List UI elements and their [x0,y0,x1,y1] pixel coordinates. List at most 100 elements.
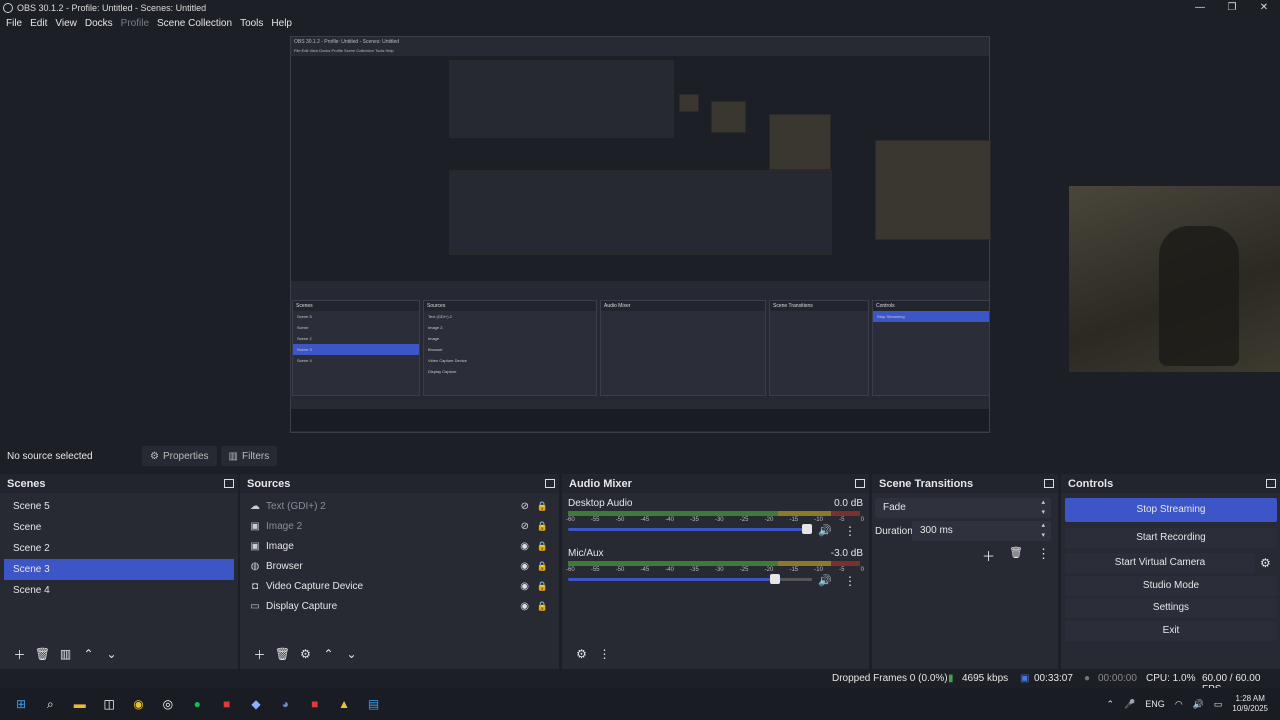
scene-item[interactable]: Scene 5 [4,496,234,517]
transition-select[interactable]: Fade ▴ ▾ [875,498,1051,518]
more-options-icon[interactable]: ⋮ [1037,546,1050,562]
app-icon[interactable]: ◆ [245,693,267,715]
scene-item-selected[interactable]: Scene 3 [4,559,234,580]
add-transition-button[interactable]: ＋ [982,546,995,565]
trash-icon[interactable]: 🗑 [1009,546,1023,559]
scene-filters-button[interactable]: ▥ [54,647,77,661]
trash-icon[interactable]: 🗑 [271,647,294,661]
studio-mode-button[interactable]: Studio Mode [1065,576,1277,596]
spotify-icon[interactable]: ● [186,693,208,715]
menu-view[interactable]: View [51,18,81,29]
microphone-icon[interactable]: 🎤 [1124,699,1135,710]
chevron-up-icon[interactable]: ⌃ [1107,699,1115,710]
menu-profile[interactable]: Profile [117,18,153,29]
trash-icon[interactable]: 🗑 [31,647,54,661]
scene-item[interactable]: Scene 4 [4,580,234,601]
more-options-icon[interactable]: ⋮ [844,574,856,588]
settings-button[interactable]: Settings [1065,598,1277,618]
move-down-button[interactable]: ⌄ [100,647,123,661]
undock-icon[interactable] [1044,479,1054,488]
language-indicator[interactable]: ENG [1145,699,1165,709]
menu-tools[interactable]: Tools [236,18,267,29]
move-up-button[interactable]: ⌃ [77,647,100,661]
wifi-icon[interactable]: ◠ [1175,699,1183,710]
volume-slider-thumb[interactable] [770,574,781,584]
more-options-icon[interactable]: ⋮ [844,524,856,538]
file-explorer-icon[interactable]: ▬ [69,693,91,715]
source-row[interactable]: ☁ Text (GDI+) 2 ⊘ 🔒 [240,496,559,516]
meter-tick-label: -45 [640,517,650,523]
volume-slider[interactable] [568,574,812,584]
scenes-title: Scenes [7,477,46,490]
gear-icon[interactable]: ⚙ [1260,556,1271,570]
preview-canvas[interactable]: OBS 30.1.2 - Profile: Untitled - Scenes:… [0,33,1280,440]
menu-help[interactable]: Help [267,18,296,29]
app-icon[interactable]: ▲ [333,693,355,715]
source-row[interactable]: ▣ Image ◉ 🔒 [240,536,559,556]
undock-icon[interactable] [1266,479,1276,488]
minimize-button[interactable]: — [1184,0,1216,15]
eye-icon[interactable]: ◉ [520,601,529,612]
lock-icon[interactable]: 🔒 [537,501,548,512]
app-icon[interactable]: ▤ [363,693,385,715]
volume-slider-thumb[interactable] [802,524,812,534]
source-row[interactable]: ◍ Browser ◉ 🔒 [240,556,559,576]
filters-button[interactable]: ▥ Filters [220,446,278,466]
maximize-button[interactable]: ❐ [1216,0,1248,15]
app-icon[interactable]: ■ [216,693,238,715]
menu-docks[interactable]: Docks [81,18,117,29]
clock[interactable]: 1:28 AM 10/9/2025 [1232,694,1268,714]
more-options-icon[interactable]: ⋮ [593,647,616,661]
lock-icon[interactable]: 🔒 [537,561,548,572]
chrome-icon[interactable]: ◉ [128,693,150,715]
undock-icon[interactable] [224,479,234,488]
mixer-channel-mic: Mic/Aux -3.0 dB -60 -55 -50 -45 -40 -35 -30 -25… [562,548,869,598]
gear-icon[interactable]: ⚙ [294,647,317,661]
source-row[interactable]: ◘ Video Capture Device ◉ 🔒 [240,576,559,596]
speaker-icon[interactable]: 🔊 [818,524,832,537]
eye-icon[interactable]: ◉ [520,561,529,572]
add-source-button[interactable]: ＋ [248,646,271,663]
volume-slider[interactable] [568,524,812,534]
menu-edit[interactable]: Edit [26,18,51,29]
search-icon[interactable]: ⌕ [39,693,61,715]
lock-icon[interactable]: 🔒 [537,601,548,612]
eye-icon[interactable]: ◉ [520,581,529,592]
source-row[interactable]: ▭ Display Capture ◉ 🔒 [240,596,559,616]
source-row[interactable]: ▣ Image 2 ⊘ 🔒 [240,516,559,536]
menu-scene-collection[interactable]: Scene Collection [153,18,236,29]
image-icon: ▣ [250,520,260,532]
windows-start-icon[interactable]: ⊞ [10,693,32,715]
lock-icon[interactable]: 🔒 [537,521,548,532]
scene-item[interactable]: Scene 2 [4,538,234,559]
undock-icon[interactable] [545,479,555,488]
move-down-button[interactable]: ⌄ [340,647,363,661]
speaker-icon[interactable]: 🔊 [818,574,832,587]
lock-icon[interactable]: 🔒 [537,581,548,592]
volume-meter [568,511,860,516]
menu-file[interactable]: File [2,18,26,29]
undock-icon[interactable] [855,479,865,488]
app-icon[interactable]: ■ [304,693,326,715]
scene-item[interactable]: Scene [4,517,234,538]
meter-tick-label: 0 [860,567,864,573]
duration-field[interactable]: 300 ms ▴ ▾ [912,521,1051,541]
start-virtual-camera-button[interactable]: Start Virtual Camera [1065,553,1255,573]
start-recording-button[interactable]: Start Recording [1065,528,1277,548]
add-scene-button[interactable]: ＋ [8,646,31,663]
battery-icon[interactable]: ▭ [1214,699,1223,710]
eye-hidden-icon[interactable]: ⊘ [521,521,529,532]
obs-icon[interactable]: ◎ [157,693,179,715]
eye-hidden-icon[interactable]: ⊘ [521,501,529,512]
exit-button[interactable]: Exit [1065,621,1277,641]
store-icon[interactable]: ◫ [98,693,120,715]
advanced-audio-button[interactable]: ⚙ [570,647,593,661]
close-button[interactable]: ✕ [1248,0,1280,15]
discord-icon[interactable]: ◕ [274,693,296,715]
eye-icon[interactable]: ◉ [520,541,529,552]
lock-icon[interactable]: 🔒 [537,541,548,552]
volume-icon[interactable]: 🔊 [1193,699,1204,710]
properties-button[interactable]: ⚙ Properties [142,446,217,466]
move-up-button[interactable]: ⌃ [317,647,340,661]
stop-streaming-button[interactable]: Stop Streaming [1065,498,1277,522]
